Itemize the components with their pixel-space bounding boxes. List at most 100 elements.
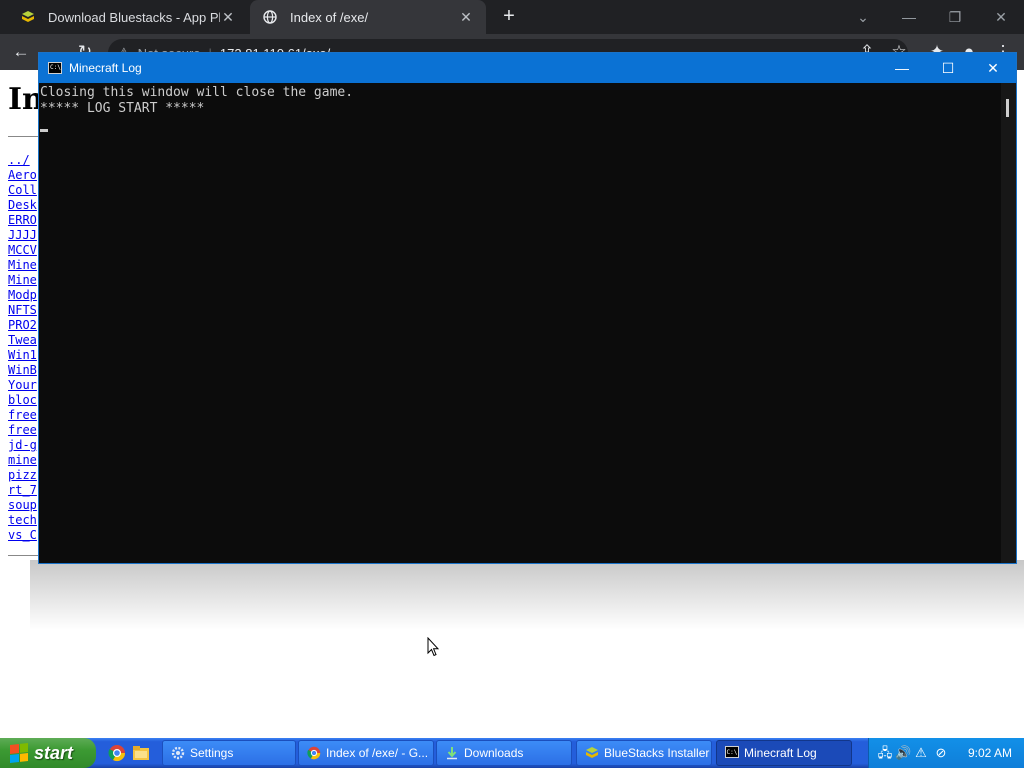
list-item: PRO2 xyxy=(8,318,42,333)
chrome-icon[interactable] xyxy=(108,744,126,762)
console-icon: C:\ xyxy=(48,62,62,74)
list-item: pizz xyxy=(8,468,42,483)
taskbar: start Settings Index of /exe/ - G... Dow… xyxy=(0,738,1024,768)
file-link[interactable]: WinB xyxy=(8,363,37,377)
globe-icon xyxy=(262,9,278,25)
list-item: free xyxy=(8,423,42,438)
start-button[interactable]: start xyxy=(0,738,96,768)
taskbar-item-label: Downloads xyxy=(464,746,524,760)
list-item: Desk xyxy=(8,198,42,213)
file-link[interactable]: mine xyxy=(8,453,37,467)
network-disconnected-icon[interactable]: ⊘ xyxy=(933,745,949,761)
new-tab-icon[interactable]: + xyxy=(498,5,520,27)
download-icon xyxy=(445,746,459,760)
list-item: soup xyxy=(8,498,42,513)
file-link[interactable]: free xyxy=(8,423,37,437)
list-item: ../ xyxy=(8,153,42,168)
file-link[interactable]: Modp xyxy=(8,288,37,302)
console-icon: C:\ xyxy=(725,746,739,760)
clock: 9:02 AM xyxy=(967,746,1012,760)
scrollbar[interactable] xyxy=(1001,83,1016,563)
list-item: Mine xyxy=(8,273,42,288)
taskbar-item-chrome[interactable]: Index of /exe/ - G... xyxy=(298,740,434,766)
window-titlebar[interactable]: C:\ Minecraft Log — ☐ ✕ xyxy=(39,53,1016,83)
scrollbar-thumb[interactable] xyxy=(1006,99,1009,117)
network-icon[interactable]: 🖧 xyxy=(877,745,893,761)
taskbar-item-label: Index of /exe/ - G... xyxy=(326,746,429,760)
list-item: JJJJ xyxy=(8,228,42,243)
tab-title: Index of /exe/ xyxy=(290,9,369,25)
explorer-folder-icon[interactable] xyxy=(132,744,150,762)
list-item: Win1 xyxy=(8,348,42,363)
taskbar-item-minecraft-log[interactable]: C:\ Minecraft Log xyxy=(716,740,852,766)
file-link[interactable]: jd-g xyxy=(8,438,37,452)
volume-icon[interactable]: 🔊 xyxy=(895,745,911,761)
text-cursor xyxy=(40,129,48,132)
taskbar-item-settings[interactable]: Settings xyxy=(162,740,296,766)
list-item: Coll xyxy=(8,183,42,198)
list-item: Mine xyxy=(8,258,42,273)
file-link[interactable]: ERRO xyxy=(8,213,37,227)
file-link[interactable]: MCCV xyxy=(8,243,37,257)
list-item: free xyxy=(8,408,42,423)
window-title: Minecraft Log xyxy=(69,61,142,75)
close-tab-icon[interactable]: ✕ xyxy=(458,9,474,26)
minecraft-log-window[interactable]: C:\ Minecraft Log — ☐ ✕ Closing this win… xyxy=(38,52,1017,564)
restore-icon[interactable]: ❐ xyxy=(932,0,978,34)
file-link[interactable]: Your xyxy=(8,378,37,392)
tab-index-of-exe[interactable]: Index of /exe/ ✕ xyxy=(250,0,486,34)
minimize-icon[interactable]: — xyxy=(886,0,932,34)
taskbar-item-label: BlueStacks Installer xyxy=(604,746,710,760)
file-link[interactable]: Mine xyxy=(8,273,37,287)
file-link[interactable]: rt_7 xyxy=(8,483,37,497)
security-warning-icon[interactable]: ⚠ xyxy=(913,745,929,761)
list-item: vs_C xyxy=(8,528,42,543)
list-item: Aero xyxy=(8,168,42,183)
file-link[interactable]: Mine xyxy=(8,258,37,272)
mouse-pointer-icon xyxy=(427,637,439,657)
list-item: NFTS xyxy=(8,303,42,318)
console-line: Closing this window will close the game. xyxy=(40,85,354,100)
file-link[interactable]: ../ xyxy=(8,153,30,167)
file-link[interactable]: Win1 xyxy=(8,348,37,362)
tab-search-icon[interactable]: ⌄ xyxy=(840,0,886,34)
list-item: MCCV xyxy=(8,243,42,258)
file-link[interactable]: pizz xyxy=(8,468,37,482)
list-item: WinB xyxy=(8,363,42,378)
list-item: mine xyxy=(8,453,42,468)
file-link[interactable]: tech xyxy=(8,513,37,527)
start-label: start xyxy=(34,742,74,763)
list-item: Twea xyxy=(8,333,42,348)
bluestacks-icon xyxy=(585,746,599,760)
tab-download-bluestacks[interactable]: Download Bluestacks - App Playe ✕ xyxy=(8,0,248,34)
back-icon[interactable]: ← xyxy=(10,41,32,63)
browser-tabstrip: Download Bluestacks - App Playe ✕ Index … xyxy=(0,0,1024,34)
file-link[interactable]: JJJJ xyxy=(8,228,37,242)
desktop: Download Bluestacks - App Playe ✕ Index … xyxy=(0,0,1024,768)
file-list: ../Aero Coll Desk ERRO JJJJ MCCV Mine Mine Modp N… xyxy=(8,153,42,543)
file-link[interactable]: NFTS xyxy=(8,303,37,317)
console-line: ***** LOG START ***** xyxy=(40,101,205,116)
taskbar-item-downloads[interactable]: Downloads xyxy=(436,740,572,766)
console-output[interactable]: Closing this window will close the game.… xyxy=(39,83,1001,563)
close-icon[interactable]: ✕ xyxy=(970,53,1016,83)
svg-text:C:\: C:\ xyxy=(727,749,738,756)
close-tab-icon[interactable]: ✕ xyxy=(220,9,236,26)
list-item: Modp xyxy=(8,288,42,303)
file-link[interactable]: Coll xyxy=(8,183,37,197)
taskbar-item-bluestacks-installer[interactable]: BlueStacks Installer xyxy=(576,740,712,766)
file-link[interactable]: PRO2 xyxy=(8,318,37,332)
file-link[interactable]: soup xyxy=(8,498,37,512)
file-link[interactable]: Twea xyxy=(8,333,37,347)
close-icon[interactable]: ✕ xyxy=(978,0,1024,34)
minimize-icon[interactable]: — xyxy=(879,53,925,83)
list-item: jd-g xyxy=(8,438,42,453)
file-link[interactable]: Aero xyxy=(8,168,37,182)
file-link[interactable]: bloc xyxy=(8,393,37,407)
file-link[interactable]: vs_C xyxy=(8,528,37,542)
file-link[interactable]: Desk xyxy=(8,198,37,212)
maximize-icon[interactable]: ☐ xyxy=(925,53,971,83)
list-item: bloc xyxy=(8,393,42,408)
file-link[interactable]: free xyxy=(8,408,37,422)
gear-icon xyxy=(171,746,185,760)
